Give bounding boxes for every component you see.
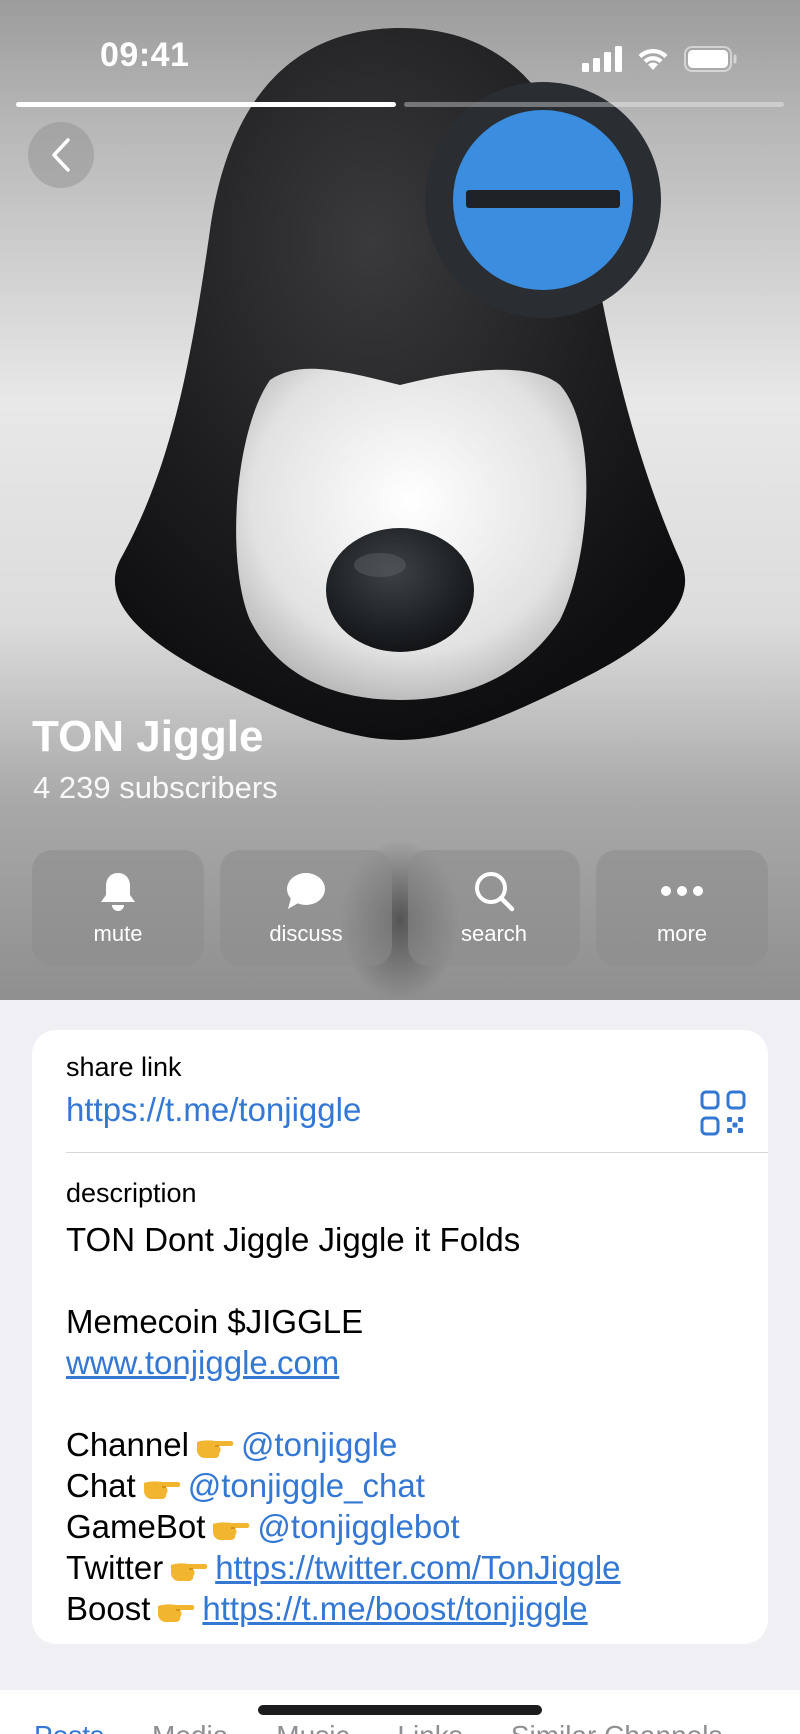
twitter-link[interactable]: https://twitter.com/TonJiggle: [215, 1549, 620, 1586]
story-progress-bars: [16, 102, 784, 107]
description-label: description: [66, 1178, 197, 1208]
share-link-section: share link https://t.me/tonjiggle: [66, 1052, 746, 1152]
more-button[interactable]: more: [596, 850, 768, 966]
status-bar: 09:41: [0, 0, 800, 110]
battery-icon: [684, 46, 737, 72]
boost-link[interactable]: https://t.me/boost/tonjiggle: [202, 1590, 587, 1627]
tab-media[interactable]: Media: [152, 1720, 228, 1734]
chat-row: Chat @tonjiggle_chat: [66, 1465, 756, 1506]
discuss-label: discuss: [269, 921, 343, 946]
action-buttons: mute discuss search more: [32, 850, 768, 966]
pointing-hand-icon: [195, 1428, 235, 1469]
share-link-url[interactable]: https://t.me/tonjiggle: [66, 1091, 746, 1129]
share-link-label: share link: [66, 1052, 182, 1082]
channel-handle-link[interactable]: @tonjiggle: [241, 1426, 397, 1463]
description-section: description TON Dont Jiggle Jiggle it Fo…: [66, 1178, 756, 1629]
pointing-hand-icon: [211, 1510, 251, 1551]
channel-row: Channel @tonjiggle: [66, 1424, 756, 1465]
chat-handle-link[interactable]: @tonjiggle_chat: [188, 1467, 425, 1504]
pointing-hand-icon: [156, 1592, 196, 1633]
description-line: TON Dont Jiggle Jiggle it Folds: [66, 1221, 521, 1258]
channel-info-card: share link https://t.me/tonjiggle descri…: [32, 1030, 768, 1644]
gamebot-row: GameBot @tonjigglebot: [66, 1506, 756, 1547]
row-prefix: Chat: [66, 1467, 136, 1504]
status-icons: [582, 44, 738, 74]
story-progress-segment: [16, 102, 396, 107]
tab-row: Posts Media Music Links Similar Channels: [34, 1720, 722, 1734]
chat-bubble-icon: [284, 869, 328, 913]
section-divider: [66, 1152, 768, 1153]
row-prefix: GameBot: [66, 1508, 206, 1545]
gamebot-handle-link[interactable]: @tonjigglebot: [257, 1508, 459, 1545]
chevron-left-icon: [52, 138, 70, 172]
tab-similar-channels[interactable]: Similar Channels: [511, 1720, 723, 1734]
status-time: 09:41: [100, 36, 190, 74]
channel-title: TON Jiggle: [32, 712, 264, 761]
pointing-hand-icon: [169, 1551, 209, 1592]
wifi-icon: [638, 48, 668, 70]
tab-music[interactable]: Music: [276, 1720, 349, 1734]
tab-posts[interactable]: Posts: [34, 1720, 104, 1734]
subscriber-count: 4 239 subscribers: [33, 770, 278, 805]
profile-hero: 09:41 TON Jiggle 4 239 subscribers mute …: [0, 0, 800, 1000]
story-progress-segment: [404, 102, 784, 107]
more-label: more: [656, 921, 708, 946]
ellipsis-icon: [660, 869, 704, 913]
discuss-button[interactable]: discuss: [220, 850, 392, 966]
back-button[interactable]: [28, 122, 94, 188]
row-prefix: Twitter: [66, 1549, 164, 1586]
boost-row: Boost https://t.me/boost/tonjiggle: [66, 1588, 756, 1629]
search-button[interactable]: search: [408, 850, 580, 966]
tab-links[interactable]: Links: [397, 1720, 462, 1734]
website-link[interactable]: www.tonjiggle.com: [66, 1344, 339, 1381]
description-line: Memecoin $JIGGLE: [66, 1303, 364, 1340]
magnifier-icon: [472, 869, 516, 913]
mute-label: mute: [93, 921, 143, 946]
home-indicator: [258, 1705, 542, 1715]
qr-code-icon[interactable]: [700, 1090, 746, 1136]
cellular-signal-icon: [582, 46, 622, 72]
description-text: TON Dont Jiggle Jiggle it Folds Memecoin…: [66, 1219, 756, 1629]
search-label: search: [460, 921, 528, 946]
bell-icon: [96, 869, 140, 913]
twitter-row: Twitter https://twitter.com/TonJiggle: [66, 1547, 756, 1588]
row-prefix: Channel: [66, 1426, 189, 1463]
pointing-hand-icon: [142, 1469, 182, 1510]
row-prefix: Boost: [66, 1590, 151, 1627]
mute-button[interactable]: mute: [32, 850, 204, 966]
